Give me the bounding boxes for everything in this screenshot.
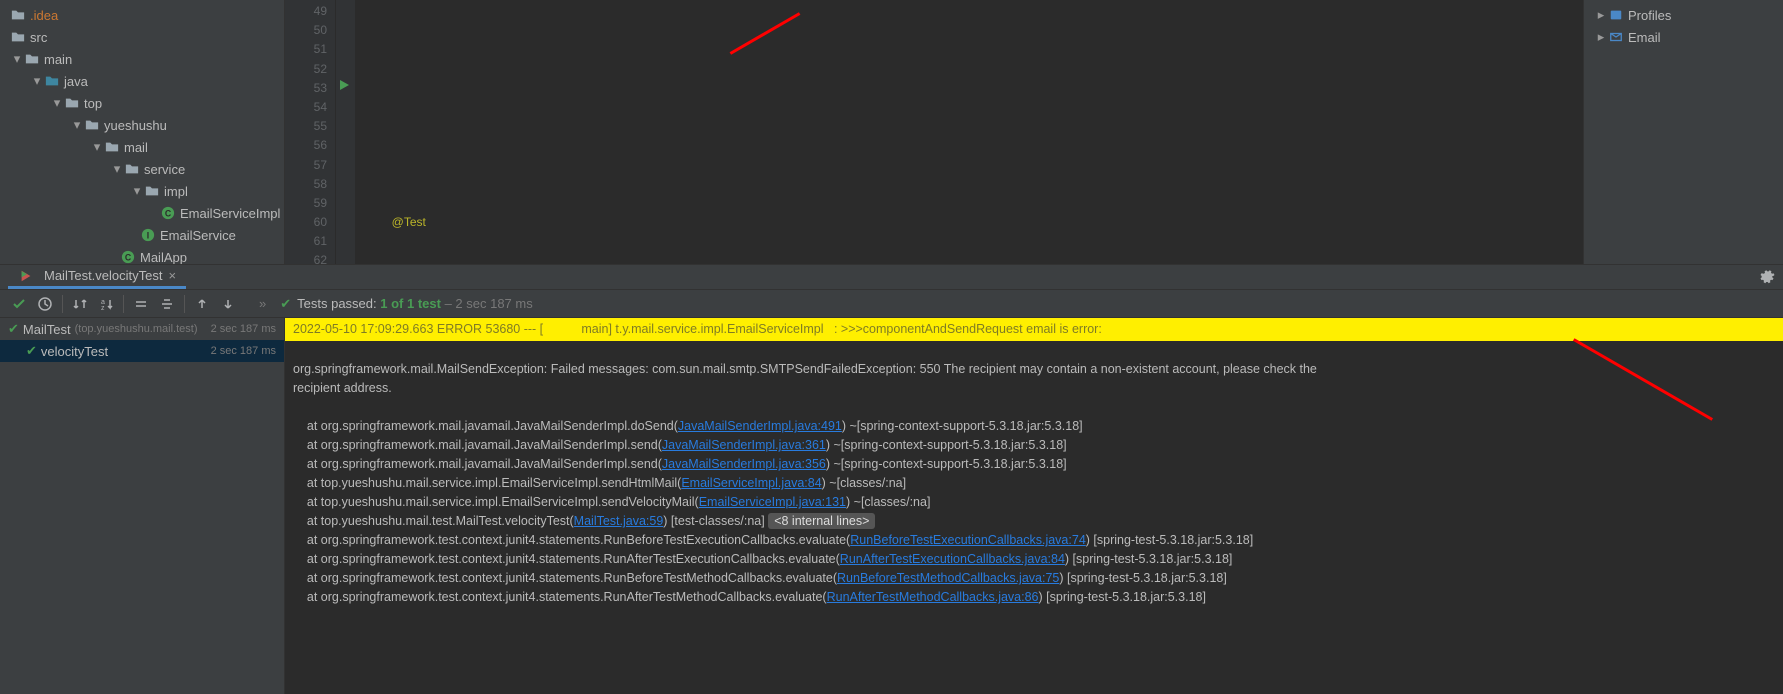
ok-icon[interactable] (6, 291, 32, 317)
class-icon: C (160, 205, 176, 221)
chevron-down-icon: ▾ (90, 140, 104, 154)
chevron-down-icon: ▾ (10, 52, 24, 66)
next-icon[interactable] (215, 291, 241, 317)
expand-icon[interactable] (128, 291, 154, 317)
check-icon: ✔ (280, 296, 291, 312)
email-icon (1608, 29, 1624, 45)
clock-icon[interactable] (32, 291, 58, 317)
collapse-icon[interactable] (154, 291, 180, 317)
chevron-right-icon: ▸ (1594, 8, 1608, 22)
stacktrace-link[interactable]: JavaMailSenderImpl.java:491 (678, 419, 842, 433)
package-icon (84, 117, 100, 133)
run-toolbar: az » ✔ Tests passed: 1 of 1 test – 2 sec… (0, 290, 1783, 318)
console-output[interactable]: 2022-05-10 17:09:29.663 ERROR 53680 --- … (285, 318, 1783, 694)
package-icon (104, 139, 120, 155)
run-tab-bar: MailTest.velocityTest × (0, 264, 1783, 290)
sort-icon[interactable] (67, 291, 93, 317)
gutter-marks (335, 0, 355, 264)
close-icon[interactable]: × (168, 268, 176, 283)
folder-source-icon (44, 73, 60, 89)
folded-lines-chip[interactable]: <8 internal lines> (768, 513, 875, 529)
right-item-email[interactable]: ▸Email (1584, 26, 1783, 48)
stacktrace-link[interactable]: EmailServiceImpl.java:131 (699, 495, 846, 509)
tree-item-mail[interactable]: ▾mail (0, 136, 284, 158)
gear-icon[interactable] (1759, 268, 1775, 287)
more-icon[interactable]: » (259, 296, 266, 311)
folder-icon (10, 29, 26, 45)
chevron-down-icon: ▾ (130, 184, 144, 198)
package-icon (64, 95, 80, 111)
tree-item-yueshushu[interactable]: ▾yueshushu (0, 114, 284, 136)
stacktrace-link[interactable]: JavaMailSenderImpl.java:361 (662, 438, 826, 452)
svg-text:C: C (125, 253, 132, 263)
test-tree-leaf[interactable]: ✔velocityTest 2 sec 187 ms (0, 340, 284, 362)
profiles-icon (1608, 7, 1624, 23)
test-tree[interactable]: ✔MailTest(top.yueshushu.mail.test) 2 sec… (0, 318, 285, 694)
check-icon: ✔ (8, 321, 19, 337)
folder-icon (24, 51, 40, 67)
chevron-right-icon: ▸ (1594, 30, 1608, 44)
tree-item-impl[interactable]: ▾impl (0, 180, 284, 202)
tree-item-email-service[interactable]: IEmailService (0, 224, 284, 246)
stacktrace-link[interactable]: RunBeforeTestExecutionCallbacks.java:74 (850, 533, 1086, 547)
sort-alpha-icon[interactable]: az (93, 291, 119, 317)
stacktrace-link[interactable]: JavaMailSenderImpl.java:356 (662, 457, 826, 471)
run-tab[interactable]: MailTest.velocityTest × (8, 265, 186, 289)
tree-item-java[interactable]: ▾java (0, 70, 284, 92)
project-tree[interactable]: .idea src ▾main ▾java ▾top ▾yueshushu ▾m… (0, 0, 285, 264)
chevron-down-icon: ▾ (50, 96, 64, 110)
svg-text:I: I (147, 231, 149, 241)
run-tab-label: MailTest.velocityTest (44, 268, 162, 283)
line-gutter: 4950515253545556575859606162 (285, 0, 335, 264)
tree-item-mail-app[interactable]: CMailApp (0, 246, 284, 264)
tree-item-src[interactable]: src (0, 26, 284, 48)
tree-item-idea[interactable]: .idea (0, 4, 284, 26)
chevron-down-icon: ▾ (70, 118, 84, 132)
interface-icon: I (140, 227, 156, 243)
tree-item-email-service-impl[interactable]: CEmailServiceImpl (0, 202, 284, 224)
stacktrace-link[interactable]: RunBeforeTestMethodCallbacks.java:75 (837, 571, 1059, 585)
folder-icon (10, 7, 26, 23)
class-icon: C (120, 249, 136, 264)
stacktrace-link[interactable]: MailTest.java:59 (574, 514, 664, 528)
tree-item-main[interactable]: ▾main (0, 48, 284, 70)
console-error-line: 2022-05-10 17:09:29.663 ERROR 53680 --- … (285, 318, 1783, 341)
svg-text:z: z (101, 305, 105, 311)
right-item-profiles[interactable]: ▸Profiles (1584, 4, 1783, 26)
test-tree-root[interactable]: ✔MailTest(top.yueshushu.mail.test) 2 sec… (0, 318, 284, 340)
code-editor[interactable]: 4950515253545556575859606162 @Test publi… (285, 0, 1583, 264)
tree-item-top[interactable]: ▾top (0, 92, 284, 114)
test-status: ✔ Tests passed: 1 of 1 test – 2 sec 187 … (280, 296, 533, 312)
svg-text:C: C (165, 209, 172, 219)
chevron-down-icon: ▾ (110, 162, 124, 176)
prev-icon[interactable] (189, 291, 215, 317)
code-area[interactable]: @Test public void velocityTest() { Strin… (355, 0, 1583, 264)
tree-item-service[interactable]: ▾service (0, 158, 284, 180)
chevron-down-icon: ▾ (30, 74, 44, 88)
stacktrace-link[interactable]: EmailServiceImpl.java:84 (681, 476, 821, 490)
check-icon: ✔ (26, 343, 37, 359)
run-gutter-icon[interactable] (338, 79, 350, 94)
package-icon (124, 161, 140, 177)
run-config-icon (18, 268, 34, 284)
right-panel[interactable]: ▸Profiles ▸Email (1583, 0, 1783, 264)
stacktrace-link[interactable]: RunAfterTestExecutionCallbacks.java:84 (840, 552, 1065, 566)
package-icon (144, 183, 160, 199)
stacktrace-link[interactable]: RunAfterTestMethodCallbacks.java:86 (827, 590, 1039, 604)
